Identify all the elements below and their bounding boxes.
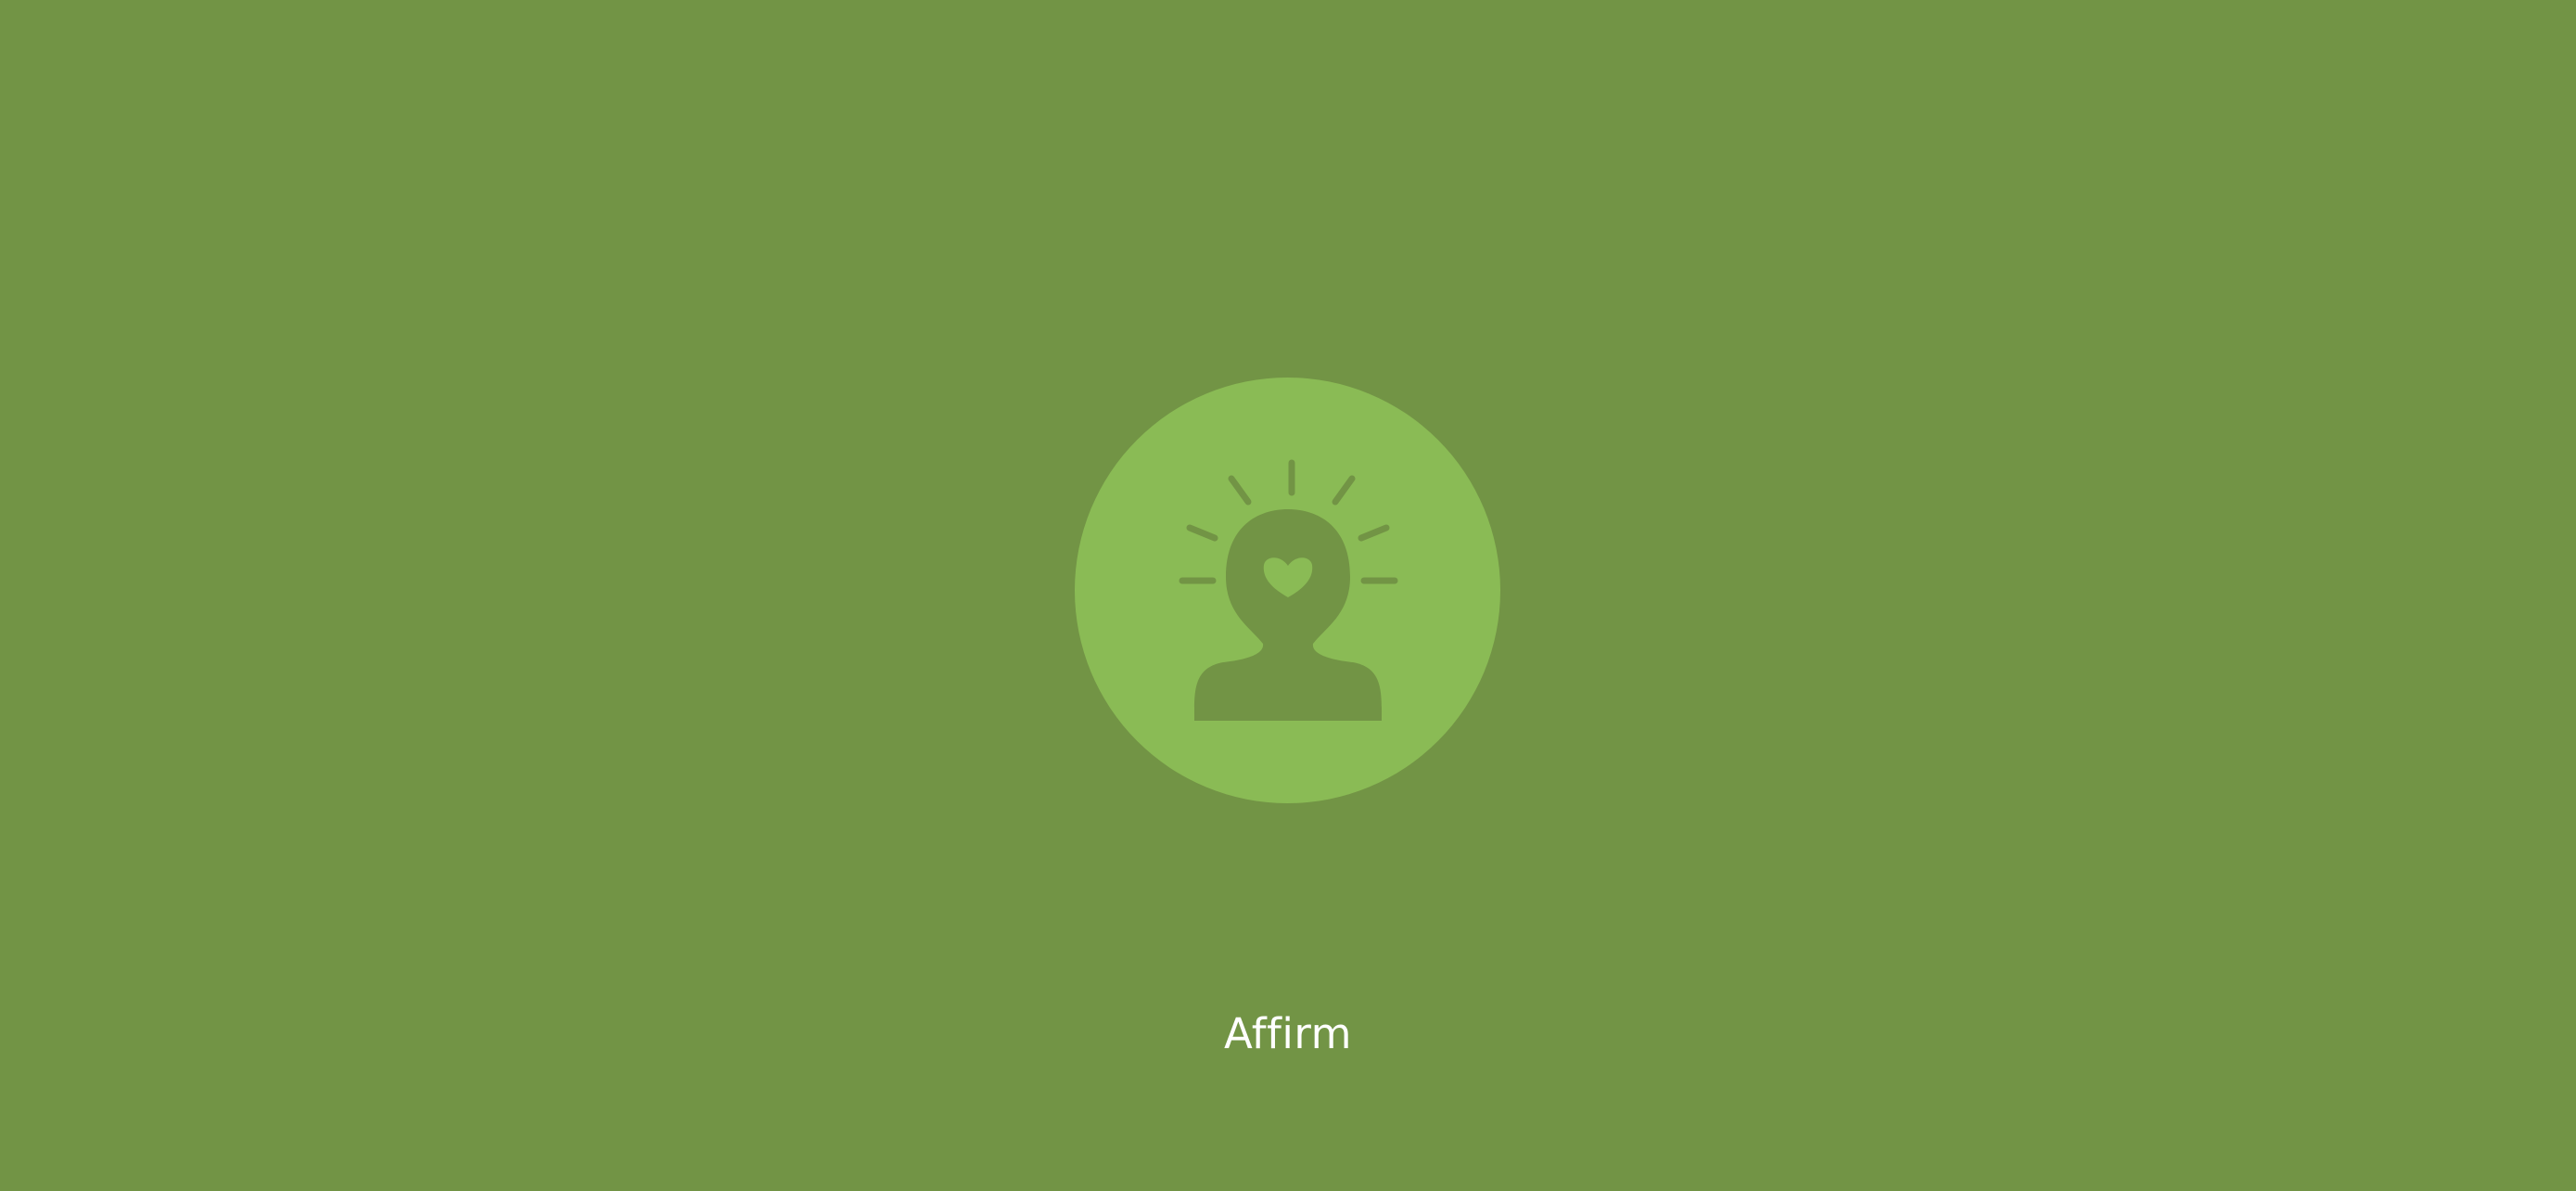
app-title: Affirm: [1224, 1009, 1352, 1058]
app-logo: [1075, 378, 1500, 803]
splash-screen: Affirm: [0, 0, 2576, 1191]
person-heart-glow-icon: [1075, 378, 1500, 803]
